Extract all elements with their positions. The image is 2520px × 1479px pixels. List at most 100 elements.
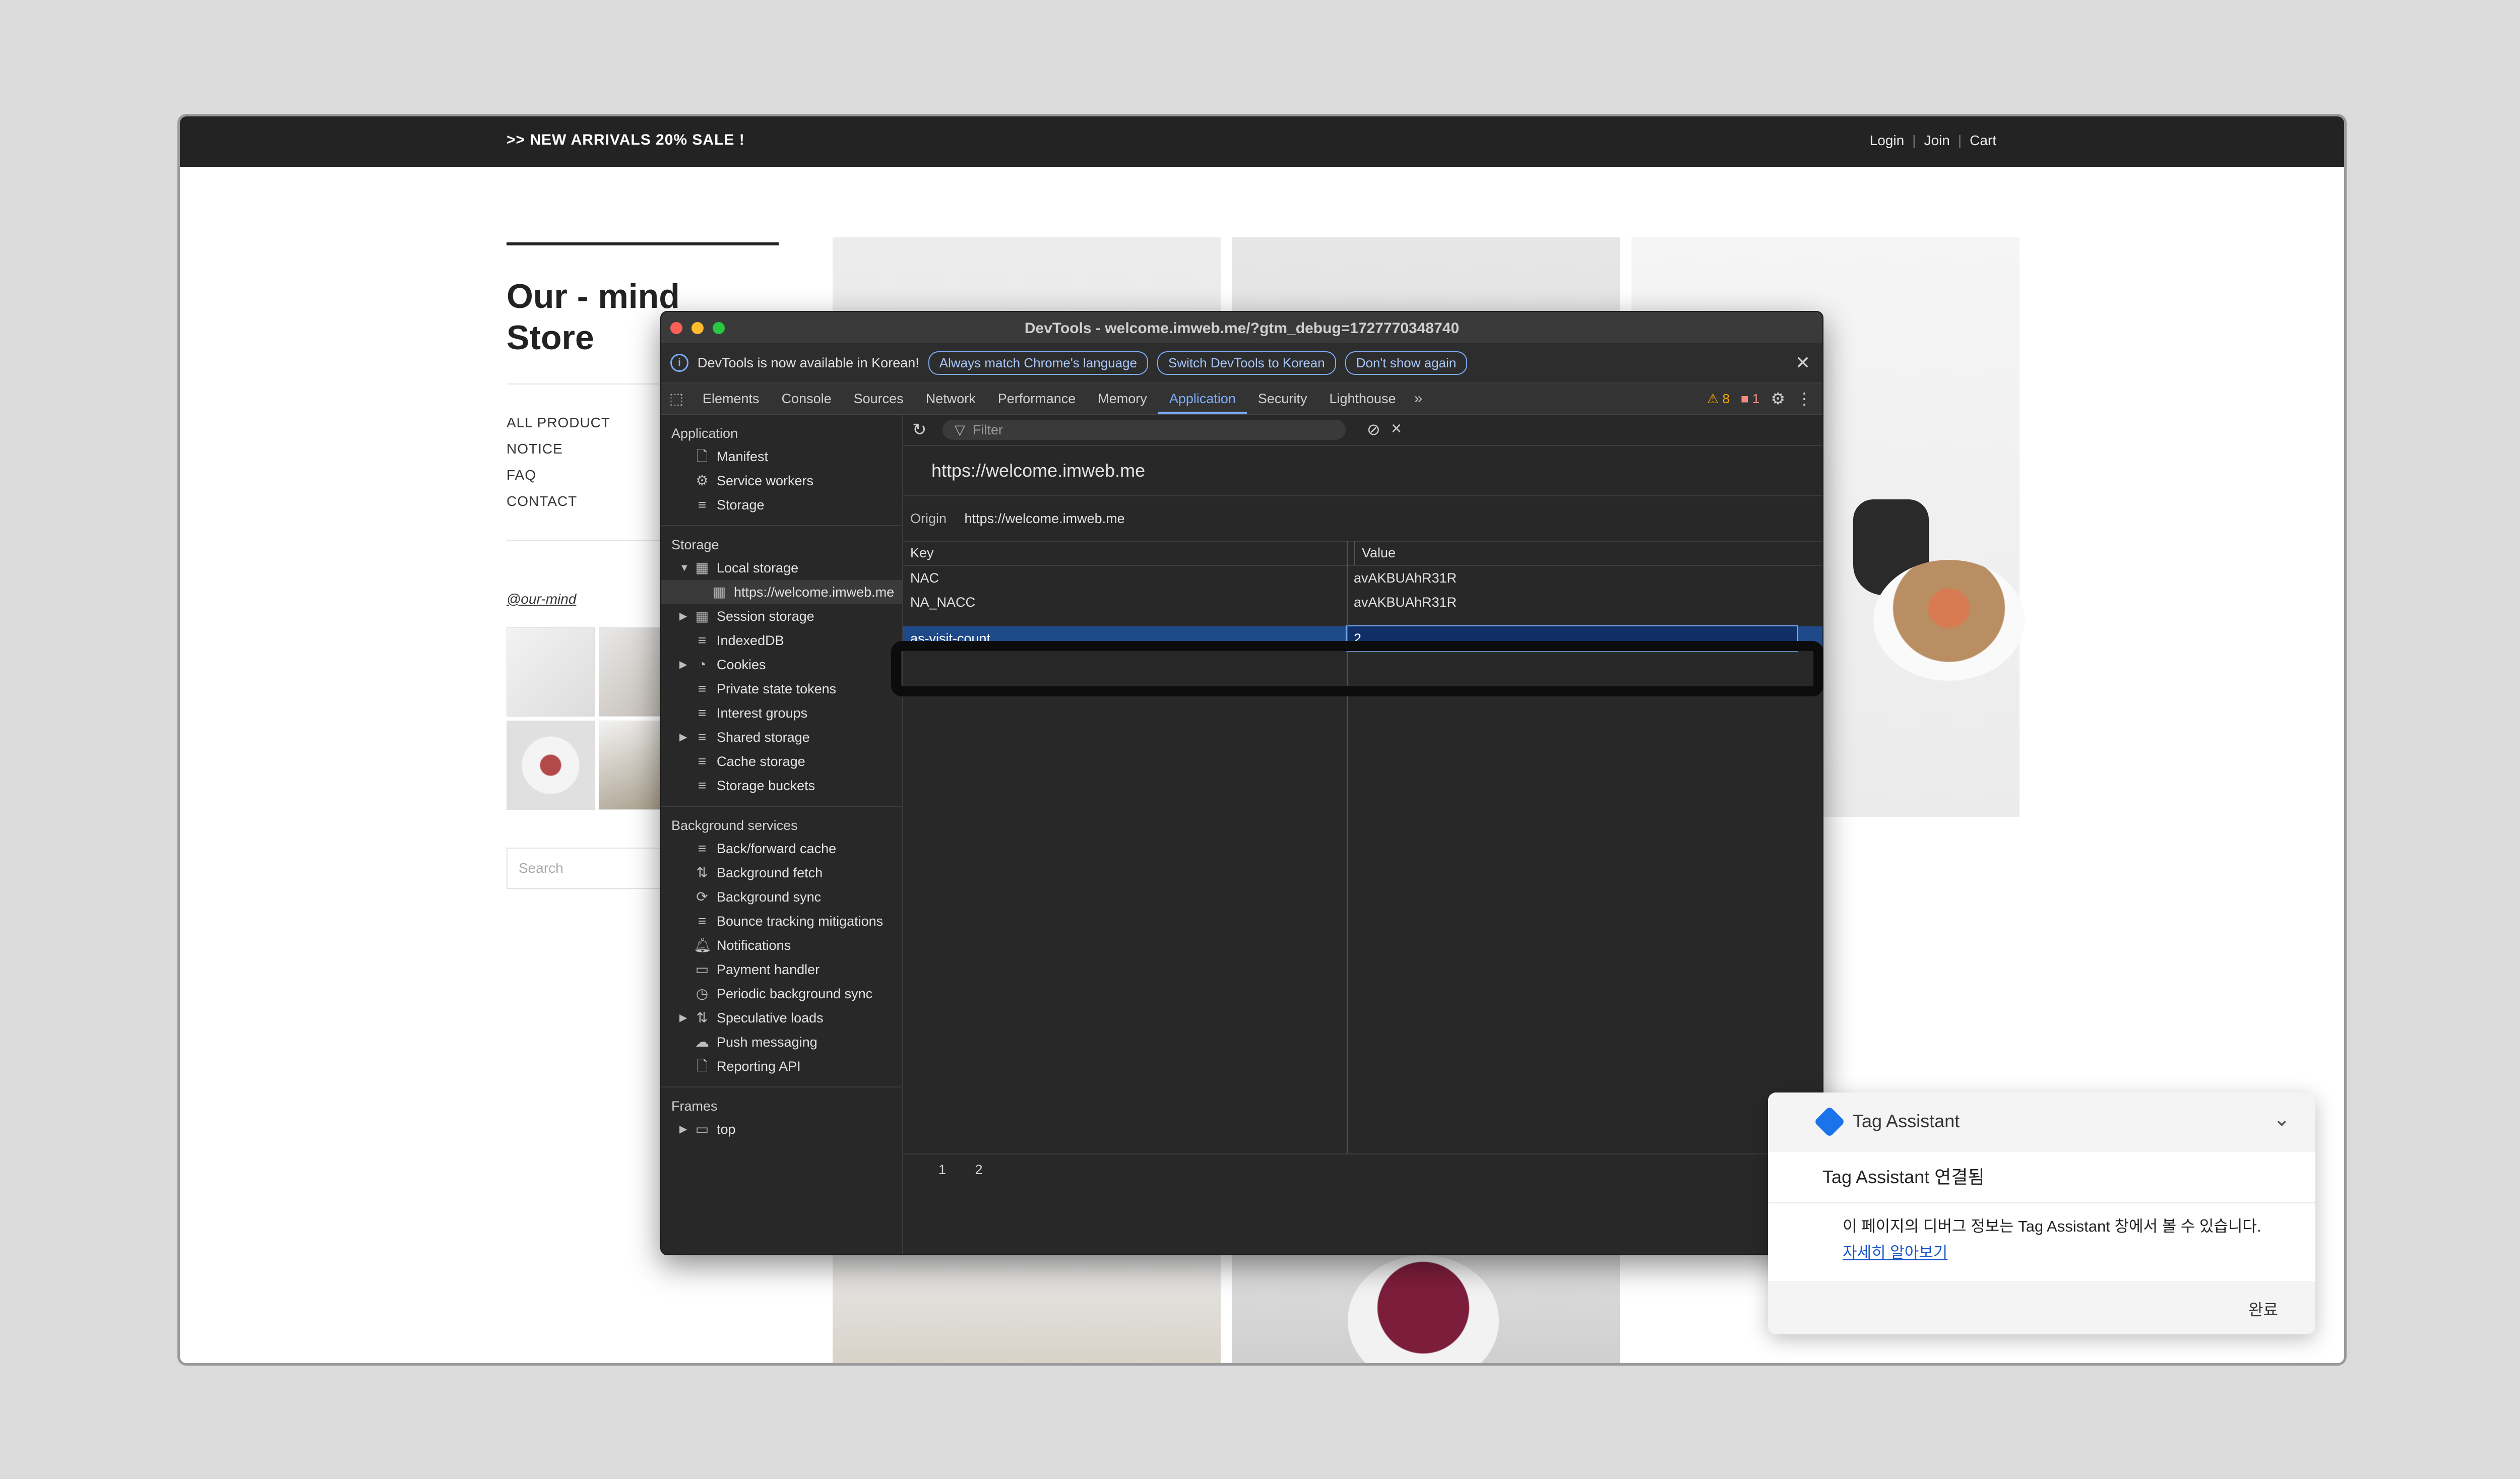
sidebar-item-back-forward-cache[interactable]: ≡ Back/forward cache bbox=[661, 837, 902, 861]
sidebar-item-payment-handler[interactable]: ▭ Payment handler bbox=[661, 957, 902, 982]
sidebar-item-push-messaging[interactable]: ☁ Push messaging bbox=[661, 1030, 902, 1054]
section-background-services: Background services bbox=[671, 818, 798, 833]
bowl-image bbox=[1873, 560, 2025, 681]
sidebar-item-label: Cache storage bbox=[717, 754, 805, 769]
storage-panel: ↻ ▽ Filter ⊘ × https://welcome.imweb.me … bbox=[903, 415, 1822, 1254]
sidebar-item-private-state-tokens[interactable]: ≡ Private state tokens bbox=[661, 677, 902, 701]
cart-link[interactable]: Cart bbox=[1970, 133, 1996, 148]
more-tabs-icon[interactable]: » bbox=[1407, 390, 1430, 407]
collapsed-arrow-icon[interactable]: ▶ bbox=[679, 604, 687, 628]
warnings-count: 8 bbox=[1722, 391, 1730, 406]
collapse-icon[interactable]: ⌄ bbox=[2273, 1108, 2290, 1131]
collapsed-arrow-icon[interactable]: ▶ bbox=[679, 725, 687, 749]
sidebar-item-speculative-loads[interactable]: ▶ ⇅ Speculative loads bbox=[661, 1006, 902, 1030]
product-photo[interactable] bbox=[833, 1250, 1221, 1363]
sidebar-item-session-storage[interactable]: ▶ ▦ Session storage bbox=[661, 604, 902, 628]
tag-assistant-status: Tag Assistant 연결됨 bbox=[1768, 1152, 2315, 1203]
sidebar-item-storage-buckets[interactable]: ≡ Storage buckets bbox=[661, 774, 902, 798]
sidebar-item-shared-storage[interactable]: ▶ ≡ Shared storage bbox=[661, 725, 902, 749]
key-value-table: Key Value NAC avAKBUAhR31R NA_NACC avAKB… bbox=[903, 541, 1822, 1154]
application-sidebar: Application 🗋 Manifest ⚙ Service workers ≡… bbox=[661, 415, 903, 1254]
separator: | bbox=[1912, 133, 1916, 148]
sidebar-item-label: Local storage bbox=[717, 560, 799, 575]
warnings-badge[interactable]: ⚠ 8 bbox=[1707, 391, 1730, 407]
thumbnail[interactable] bbox=[507, 627, 595, 717]
delete-selected-icon[interactable]: × bbox=[1391, 418, 1402, 439]
collapsed-arrow-icon[interactable]: ▶ bbox=[679, 1117, 687, 1141]
table-row[interactable]: NA_NACC avAKBUAhR31R bbox=[903, 590, 1822, 614]
sidebar-item-label: Cookies bbox=[717, 657, 766, 672]
sidebar-item-manifest[interactable]: 🗋 Manifest bbox=[661, 444, 902, 469]
page-1[interactable]: 1 bbox=[938, 1162, 946, 1177]
filter-input[interactable]: ▽ Filter bbox=[942, 420, 1346, 440]
sidebar-item-service-workers[interactable]: ⚙ Service workers bbox=[661, 469, 902, 493]
switch-to-korean-button[interactable]: Switch DevTools to Korean bbox=[1157, 351, 1336, 375]
promo-banner[interactable]: >> NEW ARRIVALS 20% SALE ! bbox=[507, 132, 745, 149]
collapsed-arrow-icon[interactable]: ▶ bbox=[679, 653, 687, 677]
row-value: avAKBUAhR31R bbox=[1354, 570, 1457, 586]
sidebar-item-frame-top[interactable]: ▶ ▭ top bbox=[661, 1117, 902, 1141]
match-language-button[interactable]: Always match Chrome's language bbox=[928, 351, 1149, 375]
dont-show-again-button[interactable]: Don't show again bbox=[1345, 351, 1468, 375]
pagination: 1 2 bbox=[903, 1154, 1822, 1185]
selected-row-highlight bbox=[891, 641, 1823, 696]
learn-more-link[interactable]: 자세히 알아보기 bbox=[1843, 1244, 1947, 1261]
tab-security[interactable]: Security bbox=[1247, 383, 1318, 414]
infobar-text: DevTools is now available in Korean! bbox=[698, 355, 919, 370]
sync-icon: ⟳ bbox=[696, 889, 708, 905]
sidebar-item-local-storage-origin[interactable]: ▦ https://welcome.imweb.me bbox=[661, 580, 902, 604]
clear-all-icon[interactable]: ⊘ bbox=[1367, 420, 1380, 439]
tab-console[interactable]: Console bbox=[771, 383, 843, 414]
sidebar-item-label: Session storage bbox=[717, 609, 814, 624]
sidebar-item-storage[interactable]: ≡ Storage bbox=[661, 493, 902, 517]
origin-value: https://welcome.imweb.me bbox=[964, 511, 1125, 526]
close-icon[interactable]: ✕ bbox=[1795, 352, 1810, 373]
collapsed-arrow-icon[interactable]: ▶ bbox=[679, 1006, 687, 1030]
errors-badge[interactable]: ■ 1 bbox=[1741, 391, 1759, 407]
expanded-arrow-icon[interactable]: ▼ bbox=[679, 556, 689, 580]
refresh-icon[interactable]: ↻ bbox=[912, 420, 927, 440]
row-value: avAKBUAhR31R bbox=[1354, 595, 1457, 610]
table-header: Key Value bbox=[903, 541, 1822, 566]
inspect-element-icon[interactable]: ⬚ bbox=[661, 383, 691, 414]
table-row[interactable]: NAC avAKBUAhR31R bbox=[903, 566, 1822, 590]
tab-performance[interactable]: Performance bbox=[987, 383, 1087, 414]
page-2[interactable]: 2 bbox=[975, 1162, 983, 1177]
key-column-header[interactable]: Key bbox=[903, 541, 1355, 565]
sidebar-item-reporting-api[interactable]: 🗋 Reporting API bbox=[661, 1054, 902, 1078]
tab-lighthouse[interactable]: Lighthouse bbox=[1318, 383, 1407, 414]
join-link[interactable]: Join bbox=[1924, 133, 1949, 148]
more-options-icon[interactable]: ⋮ bbox=[1796, 389, 1812, 408]
product-photo[interactable] bbox=[1232, 1250, 1620, 1363]
login-link[interactable]: Login bbox=[1870, 133, 1905, 148]
account-links: Login | Join | Cart bbox=[1870, 133, 1996, 149]
sidebar-item-bounce-tracking[interactable]: ≡ Bounce tracking mitigations bbox=[661, 909, 902, 933]
devtools-title: DevTools - welcome.imweb.me/?gtm_debug=1… bbox=[1024, 320, 1460, 337]
done-button[interactable]: 완료 bbox=[2248, 1297, 2278, 1320]
column-divider[interactable] bbox=[1347, 541, 1348, 1153]
sidebar-item-periodic-sync[interactable]: ◷ Periodic background sync bbox=[661, 982, 902, 1006]
sidebar-item-local-storage[interactable]: ▼ ▦ Local storage bbox=[661, 556, 902, 580]
section-application: Application bbox=[671, 426, 738, 441]
tab-elements[interactable]: Elements bbox=[691, 383, 771, 414]
sidebar-item-indexeddb[interactable]: ≡ IndexedDB bbox=[661, 628, 902, 653]
tab-sources[interactable]: Sources bbox=[843, 383, 915, 414]
info-icon: i bbox=[670, 354, 688, 372]
tag-assistant-logo-icon bbox=[1813, 1106, 1846, 1138]
tag-assistant-message: 이 페이지의 디버그 정보는 Tag Assistant 창에서 볼 수 있습니… bbox=[1768, 1203, 2315, 1274]
tab-application[interactable]: Application bbox=[1158, 383, 1247, 414]
tab-network[interactable]: Network bbox=[915, 383, 987, 414]
sidebar-item-cookies[interactable]: ▶ ◔ Cookies bbox=[661, 653, 902, 677]
sidebar-item-interest-groups[interactable]: ≡ Interest groups bbox=[661, 701, 902, 725]
table-icon: ▦ bbox=[695, 560, 709, 575]
sidebar-item-background-fetch[interactable]: ⇅ Background fetch bbox=[661, 861, 902, 885]
database-icon: ≡ bbox=[698, 753, 707, 769]
value-column-header[interactable]: Value bbox=[1355, 541, 1396, 565]
sidebar-item-cache-storage[interactable]: ≡ Cache storage bbox=[661, 749, 902, 774]
table-row-obscured[interactable] bbox=[903, 614, 1822, 626]
thumbnail[interactable] bbox=[507, 721, 595, 810]
sidebar-item-background-sync[interactable]: ⟳ Background sync bbox=[661, 885, 902, 909]
tab-memory[interactable]: Memory bbox=[1087, 383, 1158, 414]
gear-icon[interactable]: ⚙ bbox=[1771, 389, 1785, 408]
sidebar-item-notifications[interactable]: 🔔︎ Notifications bbox=[661, 933, 902, 957]
